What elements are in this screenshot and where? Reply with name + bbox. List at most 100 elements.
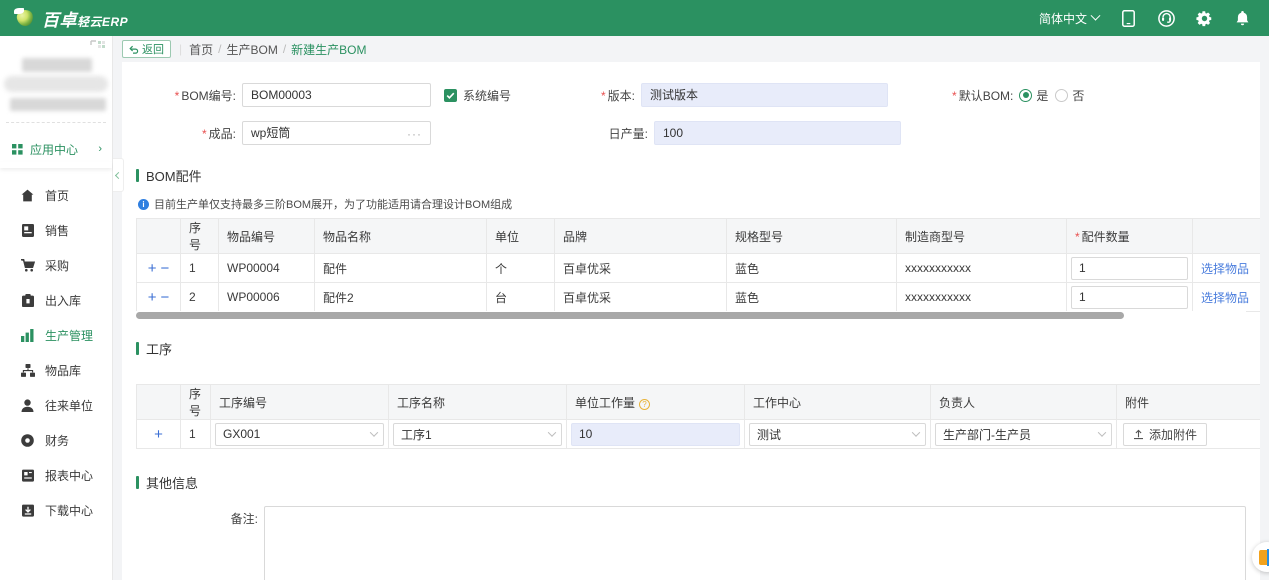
default-bom-no-label: 否 — [1072, 88, 1085, 103]
sidebar-item-warehouse[interactable]: 出入库 — [0, 283, 112, 318]
bell-icon[interactable] — [1233, 9, 1251, 27]
select-item-link[interactable]: 选择物品 — [1201, 262, 1249, 276]
breadcrumb-item-home[interactable]: 首页 — [189, 41, 213, 58]
td-owner: 生产部门-生产员 — [930, 419, 1117, 449]
cart-icon — [20, 259, 35, 272]
sidebar-item-home[interactable]: 首页 — [0, 178, 112, 213]
user-company-blurred — [10, 98, 106, 111]
mobile-icon[interactable] — [1119, 9, 1137, 27]
sidebar-label: 下载中心 — [45, 504, 94, 518]
gear-icon[interactable] — [1195, 9, 1213, 27]
process-name-select[interactable]: 工序1 — [393, 422, 562, 446]
sidebar-divider — [6, 122, 106, 123]
field-version: * 版本: 测试版本 — [575, 83, 889, 107]
sidebar-label: 生产管理 — [45, 329, 94, 343]
add-attachment-button[interactable]: 添加附件 — [1123, 422, 1208, 446]
content-area: 返回 | 首页 / 生产BOM / 新建生产BOM * BOM编号: BOM000… — [113, 36, 1269, 580]
breadcrumb-item-bom[interactable]: 生产BOM — [226, 41, 277, 58]
sidebar-collapse-toggle[interactable] — [113, 158, 124, 192]
product-more-icon[interactable]: ··· — [407, 123, 422, 145]
chevron-down-icon — [1090, 10, 1101, 21]
td-ops: + − — [136, 282, 181, 312]
th-owner: 负责人 — [930, 384, 1117, 420]
td-ops: + − — [136, 253, 181, 283]
default-bom-radio-yes[interactable]: 是 — [1019, 87, 1048, 104]
info-icon: i — [138, 198, 149, 210]
process-code-value: GX001 — [223, 427, 261, 441]
default-bom-radio-no[interactable]: 否 — [1055, 87, 1084, 104]
section-accent-bar — [136, 476, 139, 489]
sidebar-item-partners[interactable]: 往来单位 — [0, 388, 112, 423]
workload-input[interactable]: 10 — [571, 422, 740, 446]
breadcrumb: | 首页 / 生产BOM / 新建生产BOM — [179, 41, 367, 58]
field-default-bom: * 默认BOM: 是 否 — [952, 87, 1084, 104]
td-brand: 百卓优采 — [554, 253, 727, 283]
add-row-icon[interactable]: + — [148, 290, 157, 305]
product-input[interactable]: wp短筒 ··· — [242, 121, 431, 145]
td-workload: 10 — [566, 419, 745, 449]
td-no: 1 — [180, 253, 219, 283]
back-button[interactable]: 返回 — [122, 40, 171, 58]
td-item-code: WP00004 — [218, 253, 315, 283]
add-row-icon[interactable]: + — [154, 427, 163, 442]
field-product: * 成品: wp短筒 ··· — [136, 121, 436, 145]
row-ops: + − — [145, 290, 172, 305]
section-title: 其他信息 — [146, 476, 199, 491]
td-maker-model: xxxxxxxxxxx — [896, 253, 1067, 283]
user-role-blurred — [4, 76, 108, 92]
work-center-select[interactable]: 测试 — [749, 422, 926, 446]
work-center-value: 测试 — [757, 427, 782, 442]
td-action: 选择物品 — [1192, 253, 1260, 283]
sidebar-item-app-center[interactable]: 应用中心 › — [0, 136, 112, 162]
sidebar-label: 销售 — [45, 224, 70, 238]
process-table-wrap: 序号 工序编号 工序名称 单位工作量? 工作中心 负责人 附件 + 1 GX00… — [136, 384, 1260, 449]
row-ops: + − — [145, 261, 172, 276]
version-input[interactable]: 测试版本 — [641, 83, 889, 107]
chevron-down-icon — [1097, 428, 1107, 437]
remove-row-icon[interactable]: − — [161, 290, 170, 305]
th-workload: 单位工作量? — [566, 384, 745, 420]
qty-input[interactable]: 1 — [1071, 285, 1188, 309]
sidebar-item-production[interactable]: 生产管理 — [0, 318, 112, 353]
owner-select[interactable]: 生产部门-生产员 — [935, 422, 1112, 446]
remark-textarea[interactable] — [264, 506, 1246, 580]
top-bar: 百卓轻云ERP 简体中文 — [0, 0, 1269, 36]
scrollbar-thumb[interactable] — [136, 312, 1124, 319]
qty-input[interactable]: 1 — [1071, 256, 1188, 280]
help-icon[interactable]: ? — [639, 398, 651, 410]
form-panel: * BOM编号: BOM00003 系统编号 * 版本: 测试版本 * 默认BOM: — [122, 62, 1260, 580]
headset-icon[interactable] — [1157, 9, 1175, 27]
user-name-blurred — [22, 58, 92, 72]
system-code-label: 系统编号 — [463, 88, 512, 103]
td-item-name: 配件2 — [314, 282, 487, 312]
sidebar-item-finance[interactable]: 财务 — [0, 423, 112, 458]
breadcrumb-pipe: | — [179, 42, 183, 56]
table-row: + − 2 WP00006 配件2 台 百卓优采 蓝色 xxxxxxxxxxx 1… — [136, 282, 1260, 312]
th-item-name: 物品名称 — [314, 218, 487, 254]
process-name-value: 工序1 — [401, 427, 432, 442]
sidebar-item-download[interactable]: 下载中心 — [0, 493, 112, 528]
required-mark: * — [1075, 229, 1080, 244]
select-item-link[interactable]: 选择物品 — [1201, 291, 1249, 305]
daily-output-input[interactable]: 100 — [654, 121, 901, 145]
sidebar-item-purchase[interactable]: 采购 — [0, 248, 112, 283]
field-daily-output: 日产量: 100 — [588, 121, 901, 145]
required-mark: * — [952, 88, 957, 103]
logo-bulb-icon — [14, 7, 36, 29]
sidebar-item-items[interactable]: 物品库 — [0, 353, 112, 388]
add-row-icon[interactable]: + — [148, 261, 157, 276]
process-code-select[interactable]: GX001 — [215, 422, 384, 446]
remove-row-icon[interactable]: − — [161, 261, 170, 276]
brand-logo[interactable]: 百卓轻云ERP — [0, 6, 128, 31]
sidebar-pin-icon[interactable] — [90, 40, 106, 54]
th-spec: 规格型号 — [726, 218, 897, 254]
sidebar-item-report[interactable]: 报表中心 — [0, 458, 112, 493]
td-item-code: WP00006 — [218, 282, 315, 312]
system-code-checkbox[interactable]: 系统编号 — [444, 87, 511, 104]
sidebar-item-sales[interactable]: 销售 — [0, 213, 112, 248]
bom-code-input[interactable]: BOM00003 — [242, 83, 431, 107]
bom-parts-hscrollbar[interactable] — [136, 311, 1246, 319]
language-selector[interactable]: 简体中文 — [1039, 10, 1101, 27]
bom-parts-tip-text: 目前生产单仅支持最多三阶BOM展开，为了功能适用请合理设计BOM组成 — [154, 199, 513, 211]
sidebar-nav: 首页 销售 采购 出入库 生产管理 物品库 往来单位 财务 报表中心 下载中心 — [0, 172, 112, 528]
